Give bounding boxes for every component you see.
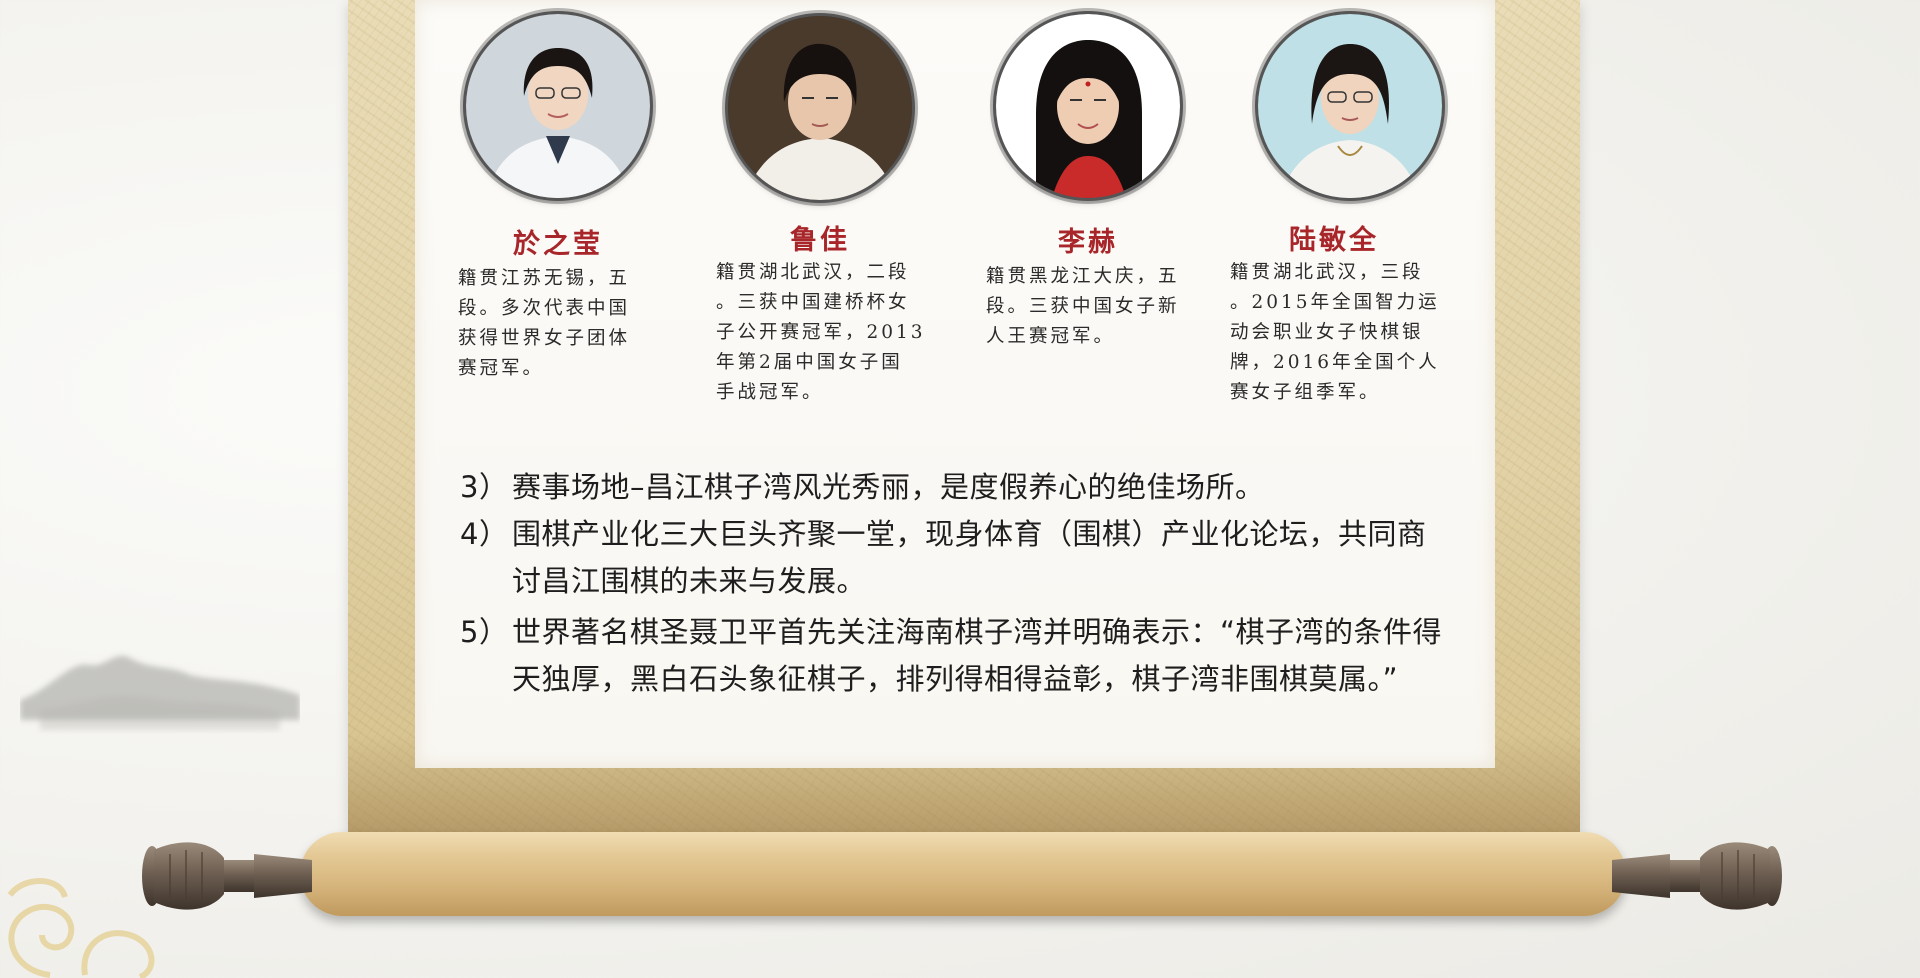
list-item: 3） 赛事场地–昌江棋子湾风光秀丽，是度假养心的绝佳场所。: [460, 464, 1470, 511]
player-name: 鲁佳: [790, 225, 850, 256]
list-item-line: 围棋产业化三大巨头齐聚一堂，现身体育（围棋）产业化论坛，共同商: [512, 517, 1427, 551]
player-name: 陆敏全: [1289, 225, 1379, 256]
left-rod-knob-icon: [142, 842, 312, 910]
player-bio: 籍贯湖北武汉，三段 。2015年全国智力运 动会职业女子快棋银 牌，2016年全…: [1230, 262, 1440, 403]
list-item-line: 天独厚，黑白石头象征棋子，排列得相得益彰，棋子湾非围棋莫属。”: [512, 662, 1399, 696]
list-item: 5） 世界著名棋圣聂卫平首先关注海南棋子湾并明确表示：“棋子湾的条件得 天独厚，…: [460, 609, 1470, 703]
portrait-lu-minquan: [1258, 14, 1442, 198]
list-item-line: 赛事场地–昌江棋子湾风光秀丽，是度假养心的绝佳场所。: [512, 470, 1265, 504]
player-bio: 籍贯黑龙江大庆，五 段。三获中国女子新 人王赛冠军。: [986, 266, 1180, 347]
portrait-li-he: [996, 14, 1180, 198]
list-item-number: 5）: [460, 615, 509, 649]
list-item-number: 4）: [460, 517, 509, 551]
player-name: 於之莹: [513, 229, 603, 260]
right-rod-knob-icon: [1612, 842, 1782, 910]
ink-mountain-decoration: [20, 655, 300, 730]
scroll-rod: [300, 832, 1626, 916]
portrait-yu-zhiying: [466, 14, 650, 198]
list-item-line: 讨昌江围棋的未来与发展。: [512, 564, 867, 598]
list-item: 4） 围棋产业化三大巨头齐聚一堂，现身体育（围棋）产业化论坛，共同商 讨昌江围棋…: [460, 511, 1470, 605]
portrait-lu-jia: [728, 16, 912, 200]
list-item-line: 世界著名棋圣聂卫平首先关注海南棋子湾并明确表示：“棋子湾的条件得: [512, 615, 1443, 649]
player-name: 李赫: [1058, 227, 1118, 258]
list-item-number: 3）: [460, 470, 509, 504]
player-bio: 籍贯江苏无锡，五 段。多次代表中国 获得世界女子团体 赛冠军。: [458, 268, 631, 379]
player-bio: 籍贯湖北武汉，二段 。三获中国建桥杯女 子公开赛冠军，2013 年第2届中国女子…: [716, 262, 926, 403]
